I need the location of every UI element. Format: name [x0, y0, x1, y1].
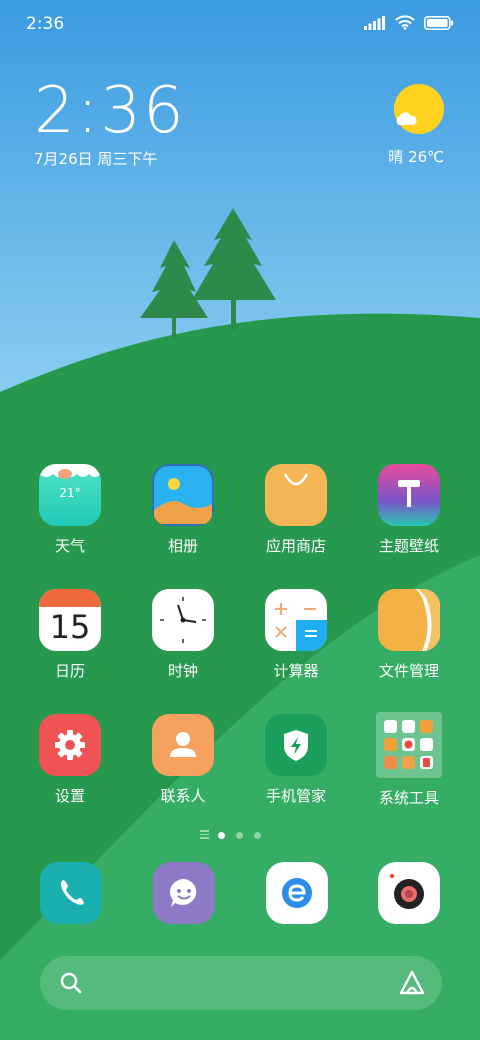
- gallery-icon: [152, 464, 214, 526]
- dock-phone[interactable]: [40, 862, 102, 924]
- wifi-icon: [395, 15, 415, 30]
- app-settings[interactable]: 设置: [20, 714, 120, 806]
- app-system-tools-folder[interactable]: 系统工具: [359, 712, 459, 808]
- assistant-icon[interactable]: [398, 969, 426, 997]
- app-store[interactable]: 应用商店: [246, 464, 346, 556]
- app-security[interactable]: 手机管家: [246, 714, 346, 806]
- camera-icon: [389, 873, 424, 909]
- app-label-contacts: 联系人: [160, 787, 206, 805]
- cloud-icon: [396, 112, 417, 125]
- clock-icon: [152, 589, 214, 651]
- page-dot-3[interactable]: [254, 832, 261, 839]
- sunny-cloud-icon: [394, 84, 444, 134]
- app-file-manager[interactable]: 文件管理: [359, 589, 459, 681]
- app-store-icon: [265, 464, 327, 526]
- themes-icon: [378, 464, 440, 526]
- app-label-file-manager: 文件管理: [378, 662, 439, 680]
- status-time: 2:36: [26, 14, 65, 34]
- page-dot-1[interactable]: [218, 832, 225, 839]
- calendar-day: 15: [49, 608, 91, 646]
- page-indicator[interactable]: [200, 830, 280, 842]
- weather-badge: 21°: [59, 486, 81, 500]
- app-label-clock: 时钟: [167, 662, 198, 680]
- app-label-themes: 主题壁纸: [378, 537, 439, 555]
- app-clock[interactable]: 时钟: [133, 589, 233, 681]
- app-label-calendar: 日历: [54, 662, 85, 680]
- app-label-calculator: 计算器: [273, 662, 319, 680]
- weather-text: 晴 26℃: [388, 148, 444, 166]
- app-calculator[interactable]: 计算器: [246, 589, 346, 681]
- weather-icon: 21°: [39, 464, 101, 526]
- app-gallery[interactable]: 相册: [133, 464, 233, 556]
- calculator-icon: [265, 589, 327, 651]
- settings-icon: [39, 714, 101, 776]
- widget-date: 7月26日 周三下午: [34, 150, 158, 168]
- menu-lines-icon: [200, 830, 209, 840]
- app-label-security: 手机管家: [265, 787, 326, 805]
- search-icon: [60, 972, 82, 994]
- file-manager-icon: [378, 589, 440, 651]
- app-label-weather: 天气: [54, 537, 85, 555]
- search-bar[interactable]: [40, 956, 442, 1010]
- app-weather[interactable]: 21° 天气: [20, 464, 120, 556]
- app-calendar[interactable]: 15 日历: [20, 589, 120, 681]
- calendar-icon: 15: [39, 589, 101, 651]
- signal-icon: [364, 15, 385, 30]
- weather-widget[interactable]: 晴 26℃: [364, 82, 444, 172]
- system-tools-folder-icon: [376, 712, 442, 778]
- clock-widget[interactable]: 2:36 7月26日 周三下午: [34, 76, 186, 169]
- app-label-gallery: 相册: [167, 537, 198, 555]
- dock-messages[interactable]: [153, 862, 215, 924]
- app-contacts[interactable]: 联系人: [133, 714, 233, 806]
- app-label-store: 应用商店: [265, 537, 326, 555]
- messages-icon: [170, 879, 197, 907]
- app-label-settings: 设置: [54, 787, 85, 805]
- contacts-icon: [152, 714, 214, 776]
- dock-camera[interactable]: [378, 862, 440, 924]
- browser-icon: [282, 878, 312, 908]
- app-themes[interactable]: 主题壁纸: [359, 464, 459, 556]
- status-bar: 2:36: [0, 0, 480, 50]
- app-label-system-tools: 系统工具: [378, 789, 439, 807]
- battery-icon: [424, 15, 454, 30]
- widget-time: 2:36: [34, 74, 186, 148]
- dock-browser[interactable]: [266, 862, 328, 924]
- security-icon: [265, 714, 327, 776]
- phone-icon: [61, 880, 84, 905]
- page-dot-2[interactable]: [236, 832, 243, 839]
